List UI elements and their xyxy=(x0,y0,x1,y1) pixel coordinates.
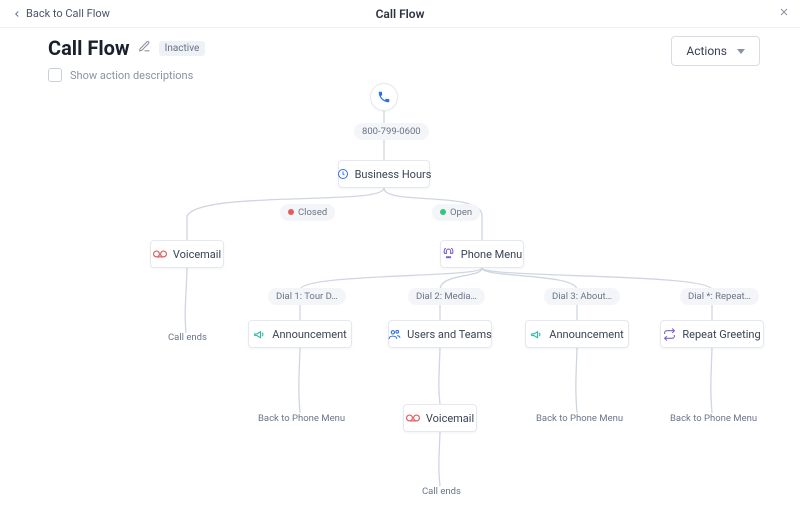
node-label: Voicemail xyxy=(173,248,221,261)
flow-canvas[interactable]: 800-799-0600 Business Hours Closed Open … xyxy=(0,68,800,513)
node-label: Voicemail xyxy=(426,412,474,425)
node-announcement-1[interactable]: Announcement xyxy=(248,320,352,348)
repeat-icon xyxy=(663,328,676,341)
page-title: Call Flow xyxy=(48,36,130,60)
node-business-hours[interactable]: Business Hours xyxy=(338,160,430,188)
dial-star-pill[interactable]: Dial *: Repeat… xyxy=(680,288,759,305)
dial-3-pill[interactable]: Dial 3: About… xyxy=(544,288,620,305)
branch-open-label: Open xyxy=(450,207,472,218)
node-announcement-2[interactable]: Announcement xyxy=(525,320,629,348)
back-label: Back to Call Flow xyxy=(26,7,110,20)
phone-icon xyxy=(377,90,391,104)
node-label: Phone Menu xyxy=(461,248,522,261)
node-phone-menu[interactable]: Phone Menu xyxy=(440,240,524,268)
node-label: Business Hours xyxy=(355,168,432,181)
phone-menu-icon xyxy=(442,248,455,261)
node-label: Announcement xyxy=(549,328,623,341)
close-button[interactable] xyxy=(778,6,790,22)
back-to-callflow[interactable]: Back to Call Flow xyxy=(12,7,110,20)
node-voicemail-open[interactable]: Voicemail xyxy=(403,404,477,432)
branch-closed[interactable]: Closed xyxy=(280,204,335,221)
node-label: Announcement xyxy=(272,328,346,341)
terminal-back-menu-2: Back to Phone Menu xyxy=(536,413,623,424)
megaphone-icon xyxy=(530,328,543,341)
pencil-icon xyxy=(138,40,151,53)
megaphone-icon xyxy=(253,328,266,341)
chevron-down-icon xyxy=(737,49,745,54)
voicemail-icon xyxy=(406,413,420,423)
dial-1-pill[interactable]: Dial 1: Tour D… xyxy=(268,288,346,305)
branch-open[interactable]: Open xyxy=(432,204,480,221)
actions-button[interactable]: Actions xyxy=(671,36,760,66)
status-dot-open xyxy=(440,209,446,215)
chevron-left-icon xyxy=(12,9,22,19)
branch-closed-label: Closed xyxy=(298,207,327,218)
status-dot-closed xyxy=(288,209,294,215)
top-title: Call Flow xyxy=(376,7,425,21)
terminal-back-menu-3: Back to Phone Menu xyxy=(670,413,757,424)
close-icon xyxy=(778,6,790,18)
node-users-teams[interactable]: Users and Teams xyxy=(388,320,492,348)
node-voicemail-closed[interactable]: Voicemail xyxy=(150,240,224,268)
terminal-back-menu-1: Back to Phone Menu xyxy=(258,413,345,424)
dial-2-pill[interactable]: Dial 2: Media… xyxy=(408,288,485,305)
actions-label: Actions xyxy=(686,44,727,58)
clock-icon xyxy=(337,168,349,180)
terminal-call-ends-1: Call ends xyxy=(168,332,207,343)
terminal-call-ends-2: Call ends xyxy=(422,486,461,497)
node-label: Users and Teams xyxy=(407,328,492,341)
node-repeat-greeting[interactable]: Repeat Greeting xyxy=(660,320,764,348)
phone-number-pill[interactable]: 800-799-0600 xyxy=(354,123,429,140)
node-label: Repeat Greeting xyxy=(682,328,760,341)
edit-title-button[interactable] xyxy=(138,40,151,56)
start-node[interactable] xyxy=(370,83,398,111)
voicemail-icon xyxy=(153,249,167,259)
status-badge: Inactive xyxy=(159,41,206,56)
users-icon xyxy=(388,328,401,341)
